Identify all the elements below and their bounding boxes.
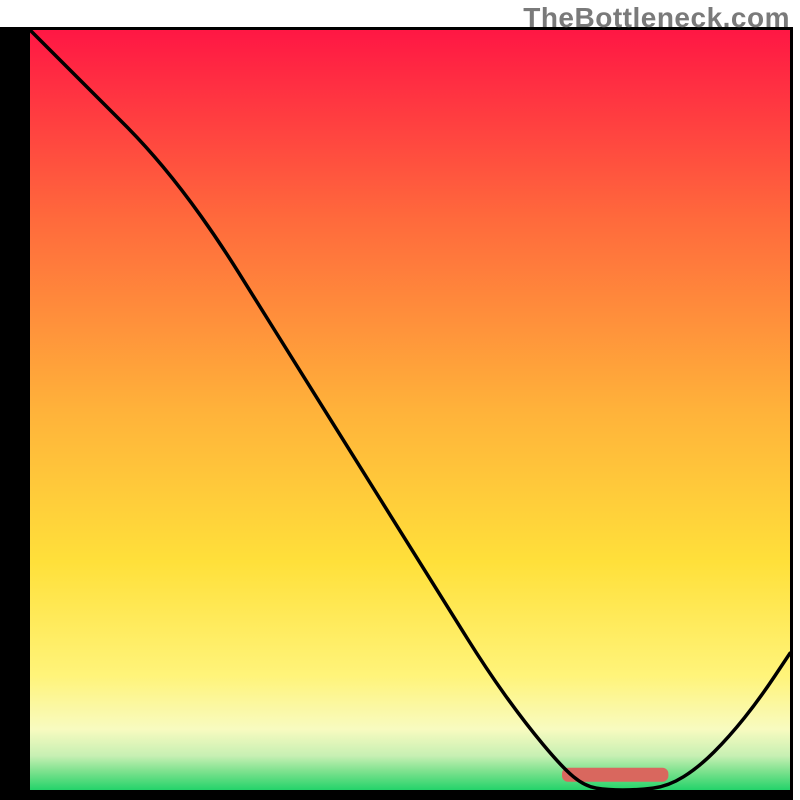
- watermark-label: TheBottleneck.com: [523, 2, 790, 34]
- chart-container: TheBottleneck.com: [0, 0, 800, 800]
- chart-svg: [0, 0, 800, 800]
